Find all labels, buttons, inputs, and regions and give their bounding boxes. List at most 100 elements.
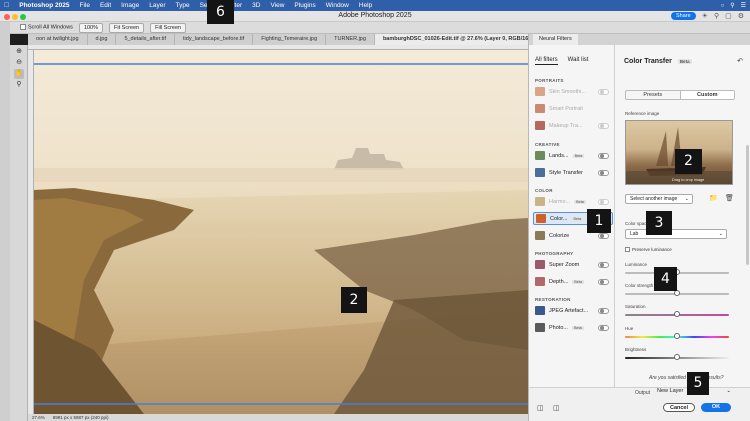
zoom-tool-icon[interactable]: ⚲ [14, 80, 24, 90]
folder-icon[interactable]: 📁 [709, 194, 718, 202]
filter-toggle[interactable] [598, 169, 609, 176]
hand-tool-icon[interactable]: ✋ [14, 69, 24, 79]
slider-knob[interactable] [674, 333, 680, 339]
neural-filters-tab[interactable]: Neural Filters [533, 34, 578, 45]
tab-presets[interactable]: Presets [626, 91, 680, 99]
cancel-button[interactable]: Cancel [663, 403, 695, 412]
filter-toggle[interactable] [598, 324, 609, 331]
help-search-icon[interactable]: ⚲ [714, 12, 719, 20]
menu-window[interactable]: Window [326, 2, 349, 9]
hue-label: Hue [625, 326, 634, 331]
compare-icon[interactable]: ◫ [537, 404, 544, 412]
reset-icon[interactable]: ↶ [737, 57, 743, 65]
wifi-icon[interactable]: ○ [721, 3, 725, 9]
filter-skin-smoothing[interactable]: Skin Smoothi... [533, 85, 613, 98]
panel-scrollbar[interactable] [746, 145, 749, 265]
filter-depth-blur[interactable]: Depth... Beta [533, 275, 613, 288]
menu-file[interactable]: File [79, 2, 89, 9]
filter-label: Color... [550, 215, 568, 222]
filter-harmonization[interactable]: Harmo... Beta [533, 195, 613, 208]
brightness-slider[interactable] [625, 354, 729, 360]
apple-icon[interactable]:  [4, 2, 9, 9]
tab-custom[interactable]: Custom [679, 91, 734, 99]
filter-toggle[interactable] [598, 88, 609, 95]
panel-tab-bar: Neural Filters [529, 34, 750, 45]
beta-badge: Beta [572, 279, 585, 284]
fill-screen-button[interactable]: Fill Screen [150, 22, 187, 33]
menu-type[interactable]: Type [176, 2, 190, 9]
doc-tab[interactable]: 5_details_after.tif [116, 34, 176, 45]
menu-plugins[interactable]: Plugins [294, 2, 315, 9]
trash-icon[interactable]: 🗑 [725, 194, 734, 202]
zoom-out-icon[interactable]: ⊖ [14, 58, 24, 68]
saturation-slider[interactable] [625, 311, 729, 317]
layers-icon[interactable]: ◫ [553, 404, 560, 412]
jpeg-artifacts-thumbnail [535, 306, 545, 315]
filter-smart-portrait[interactable]: Smart Portrait [533, 102, 613, 115]
workspace-icon[interactable]: ▢ [725, 12, 732, 20]
hue-slider[interactable] [625, 333, 729, 339]
settings-icon[interactable]: ⚙ [738, 12, 744, 20]
chevron-down-icon: ⌄ [718, 231, 723, 237]
doc-tab[interactable]: d.jpg [88, 34, 117, 45]
section-restoration: RESTORATION [535, 297, 571, 302]
filter-toggle[interactable] [598, 261, 609, 268]
preserve-luminance-checkbox[interactable]: Preserve luminance [625, 247, 672, 252]
filter-photo-restoration[interactable]: Photo... Beta [533, 321, 613, 334]
filter-toggle[interactable] [598, 198, 609, 205]
filter-makeup-transfer[interactable]: Makeup Tra... [533, 119, 613, 132]
select-another-image-dropdown[interactable]: Select another image ⌄ [625, 194, 693, 204]
menu-image[interactable]: Image [121, 2, 139, 9]
filter-jpeg-artifacts[interactable]: JPEG Artefact... [533, 304, 613, 317]
slider-knob[interactable] [674, 354, 680, 360]
annotation-badge-5: 5 [687, 372, 709, 395]
control-center-icon[interactable]: ☰ [741, 2, 746, 9]
luminance-label: Luminance [625, 262, 648, 267]
doc-tab[interactable]: Fighting_Temeraire.jpg [253, 34, 327, 45]
menu-view[interactable]: View [270, 2, 284, 9]
doc-tab[interactable]: TURNER.jpg [326, 34, 375, 45]
color-space-dropdown[interactable]: Lab ⌄ [625, 229, 727, 239]
luminance-slider[interactable] [625, 269, 729, 275]
filter-toggle[interactable] [598, 278, 609, 285]
filter-landscape-mixer[interactable]: Lands... Beta [533, 149, 613, 162]
slider-knob[interactable] [674, 311, 680, 317]
section-photography: PHOTOGRAPHY [535, 251, 574, 256]
photo-restoration-thumbnail [535, 323, 545, 332]
zoom-level[interactable]: 27.6% [32, 415, 45, 420]
filter-toggle[interactable] [598, 307, 609, 314]
fit-screen-button[interactable]: Fit Screen [109, 22, 145, 33]
ok-button[interactable]: OK [701, 403, 731, 412]
colorize-thumbnail [535, 231, 545, 240]
doc-tab[interactable]: oon at twilight.jpg [28, 34, 88, 45]
search-icon[interactable]: ⚲ [730, 2, 734, 9]
title-beta-badge: Beta [677, 59, 692, 64]
menu-edit[interactable]: Edit [100, 2, 111, 9]
document-canvas[interactable] [34, 50, 528, 414]
tab-wait-list[interactable]: Wait list [568, 57, 589, 65]
doc-tab[interactable]: tidy_landscape_before.tif [175, 34, 254, 45]
zoom-in-icon[interactable]: ⊕ [14, 47, 24, 57]
filter-label: Photo... [549, 324, 568, 331]
document-info: 8991 px x 5987 px (240 ppi) [52, 415, 109, 420]
menu-help[interactable]: Help [359, 2, 372, 9]
filter-toggle[interactable] [598, 122, 609, 129]
lightbulb-icon[interactable]: ☀ [702, 12, 708, 20]
filter-super-zoom[interactable]: Super Zoom [533, 258, 613, 271]
tab-all-filters[interactable]: All filters [535, 57, 558, 65]
share-button[interactable]: Share [670, 12, 696, 20]
filter-toggle[interactable] [598, 232, 609, 239]
scroll-all-checkbox[interactable]: Scroll All Windows [20, 24, 73, 31]
menu-3d[interactable]: 3D [252, 2, 260, 9]
options-bar: ‹ Scroll All Windows 100% Fit Screen Fil… [0, 22, 750, 34]
annotation-badge-4: 4 [654, 267, 677, 291]
doc-tab-active[interactable]: bamburghDSC_01026-Edit.tif @ 27.6% (Laye… [374, 34, 528, 45]
chevron-down-icon: ⌄ [684, 196, 689, 202]
color-strength-slider[interactable] [625, 290, 729, 296]
tools-panel: ⊕ ⊖ ✋ ⚲ [10, 45, 28, 421]
filter-style-transfer[interactable]: Style Transfer [533, 166, 613, 179]
zoom-100-button[interactable]: 100% [78, 22, 104, 33]
filter-toggle[interactable] [598, 152, 609, 159]
menu-layer[interactable]: Layer [149, 2, 165, 9]
app-menu[interactable]: Photoshop 2025 [19, 2, 69, 9]
